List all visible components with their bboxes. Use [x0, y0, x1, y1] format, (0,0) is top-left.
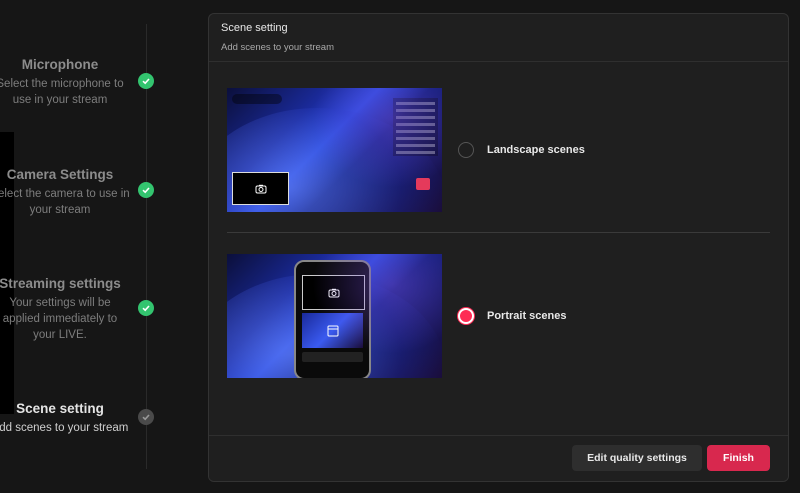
profile-pill: [302, 352, 363, 362]
chat-overlay: [393, 98, 438, 156]
panel-header: Scene setting Add scenes to your stream: [209, 14, 788, 62]
panel-subtitle: Add scenes to your stream: [221, 42, 334, 53]
divider: [227, 232, 770, 233]
step-streaming-settings: Streaming settings Your settings will be…: [0, 276, 160, 343]
portrait-scene-option[interactable]: Portrait scenes: [227, 254, 770, 378]
step-scene-setting: Scene setting Add scenes to your stream: [0, 401, 160, 436]
finish-button[interactable]: Finish: [707, 445, 770, 471]
check-icon: [138, 300, 154, 316]
scene-setting-panel: Scene setting Add scenes to your stream …: [208, 13, 789, 482]
panel-footer: Edit quality settings Finish: [209, 435, 788, 481]
portrait-preview-image: [227, 254, 442, 378]
step-title: Microphone: [21, 57, 99, 72]
camera-icon: [232, 172, 289, 205]
step-microphone: Microphone Select the microphone to use …: [0, 57, 160, 108]
landscape-preview-image: [227, 88, 442, 212]
gift-icon: [416, 178, 430, 190]
landscape-label: Landscape scenes: [487, 144, 585, 156]
step-title: Scene setting: [16, 401, 104, 416]
step-title: Streaming settings: [0, 276, 121, 291]
portrait-radio[interactable]: [458, 308, 474, 324]
landscape-radio[interactable]: [458, 142, 474, 158]
step-camera-settings: Camera Settings Select the camera to use…: [0, 167, 160, 218]
panel-title: Scene setting: [221, 22, 288, 34]
check-icon: [138, 73, 154, 89]
profile-pill: [232, 94, 282, 104]
step-title: Camera Settings: [6, 167, 114, 182]
portrait-label: Portrait scenes: [487, 310, 567, 322]
step-description: Add scenes to your stream: [0, 422, 129, 434]
window-icon: [302, 313, 363, 348]
step-description: Your settings will be applied immediatel…: [2, 297, 118, 341]
camera-icon: [302, 275, 365, 310]
edit-quality-settings-button[interactable]: Edit quality settings: [572, 445, 702, 471]
check-icon: [138, 409, 154, 425]
step-description: Select the camera to use in your stream: [0, 188, 130, 216]
check-icon: [138, 182, 154, 198]
step-description: Select the microphone to use in your str…: [0, 78, 124, 106]
phone-frame: [294, 260, 371, 378]
landscape-scene-option[interactable]: Landscape scenes: [227, 88, 770, 212]
